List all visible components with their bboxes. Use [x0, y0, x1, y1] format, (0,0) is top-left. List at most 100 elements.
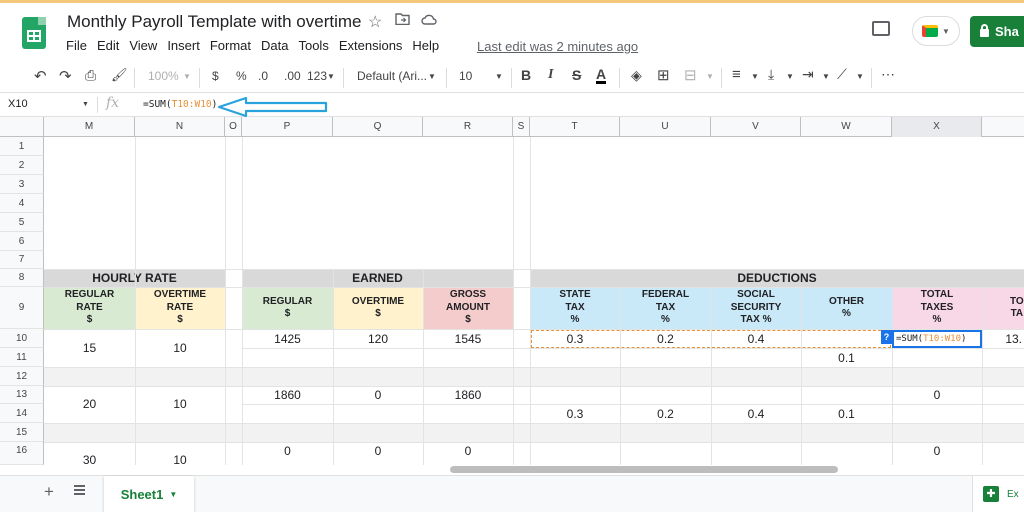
cell-m13[interactable]: 20 [44, 397, 135, 411]
paint-format-icon[interactable]: 🖌 [111, 67, 128, 83]
formula-help-icon[interactable]: ? [881, 330, 892, 344]
text-rotation-icon[interactable]: ⟋ [837, 66, 847, 83]
cell-v14[interactable]: 0.4 [711, 407, 801, 421]
row-header-13[interactable]: 13 [0, 386, 44, 404]
cell-n13[interactable]: 10 [135, 397, 225, 411]
column-header-o[interactable]: O [225, 117, 242, 137]
column-header-s[interactable]: S [513, 117, 530, 137]
move-folder-icon[interactable] [395, 12, 410, 30]
column-header-y[interactable] [982, 117, 1024, 137]
cell-q13[interactable]: 0 [333, 388, 423, 402]
cell-m10[interactable]: 15 [44, 341, 135, 355]
all-sheets-icon[interactable] [74, 485, 85, 495]
row-header-14[interactable]: 14 [0, 404, 44, 423]
share-button[interactable]: Sha [970, 16, 1024, 47]
row-header-15[interactable]: 15 [0, 423, 44, 442]
cell-x16[interactable]: 0 [892, 444, 982, 458]
cell-q10[interactable]: 120 [333, 332, 423, 346]
menu-help[interactable]: Help [412, 38, 439, 53]
menu-insert[interactable]: Insert [167, 38, 200, 53]
comment-history-icon[interactable] [872, 21, 890, 36]
add-sheet-button[interactable]: + [44, 482, 54, 502]
sheets-logo-icon[interactable] [22, 17, 46, 49]
cell-y10[interactable]: 13. [982, 332, 1024, 346]
cell-q16[interactable]: 0 [333, 444, 423, 458]
column-header-u[interactable]: U [620, 117, 711, 137]
row-header-3[interactable]: 3 [0, 175, 44, 194]
column-header-p[interactable]: P [242, 117, 333, 137]
more-formats-button[interactable]: 123 [307, 69, 327, 83]
row-header-16[interactable]: 16 [0, 442, 44, 465]
cell-r10[interactable]: 1545 [423, 332, 513, 346]
cell-t14[interactable]: 0.3 [530, 407, 620, 421]
decrease-decimals-button[interactable]: .0 [258, 69, 268, 83]
text-color-button[interactable]: A [596, 67, 607, 84]
strikethrough-button[interactable]: S [572, 67, 581, 83]
column-header-v[interactable]: V [711, 117, 801, 137]
cell-p16[interactable]: 0 [242, 444, 333, 458]
print-icon[interactable]: ⎙ [85, 67, 96, 84]
cell-n10[interactable]: 10 [135, 341, 225, 355]
select-all-corner[interactable] [0, 117, 44, 137]
explore-button[interactable]: ✚ Ex [972, 476, 1024, 512]
cell-m16[interactable]: 30 [44, 453, 135, 467]
row-header-9[interactable]: 9 [0, 287, 44, 329]
column-header-t[interactable]: T [530, 117, 620, 137]
row-header-8[interactable]: 8 [0, 269, 44, 287]
row-header-10[interactable]: 10 [0, 329, 44, 348]
formula-input[interactable]: =SUM(T10:W10) [143, 99, 217, 110]
cell-r13[interactable]: 1860 [423, 388, 513, 402]
cell-x10-editor[interactable]: =SUM(T10:W10) [892, 330, 982, 348]
fill-color-icon[interactable]: ◈ [631, 67, 642, 84]
vertical-align-icon[interactable]: ⤓ [768, 66, 774, 83]
column-header-n[interactable]: N [135, 117, 225, 137]
font-size-select[interactable]: 10 [459, 69, 472, 83]
merge-cells-icon[interactable]: ⊟ [684, 66, 697, 84]
cell-p13[interactable]: 1860 [242, 388, 333, 402]
cell-r16[interactable]: 0 [423, 444, 513, 458]
more-options-button[interactable]: ⋯ [881, 66, 895, 83]
star-icon[interactable]: ☆ [368, 12, 382, 32]
row-header-1[interactable]: 1 [0, 137, 44, 156]
percent-format-button[interactable]: % [236, 69, 247, 83]
cell-w14[interactable]: 0.1 [801, 407, 892, 421]
menu-file[interactable]: File [66, 38, 87, 53]
row-header-11[interactable]: 11 [0, 348, 44, 367]
name-box-chevron-icon[interactable]: ▼ [82, 101, 89, 108]
menu-edit[interactable]: Edit [97, 38, 119, 53]
horizontal-scrollbar[interactable] [450, 466, 838, 473]
menu-view[interactable]: View [129, 38, 157, 53]
cell-x13[interactable]: 0 [892, 388, 982, 402]
row-header-4[interactable]: 4 [0, 194, 44, 213]
borders-icon[interactable]: ⊞ [657, 66, 670, 84]
horizontal-align-icon[interactable]: ≡ [732, 66, 741, 83]
redo-icon[interactable]: ↷ [59, 67, 72, 85]
undo-icon[interactable]: ↶ [34, 67, 47, 85]
cell-w11[interactable]: 0.1 [801, 351, 892, 365]
sheet-tab-sheet1[interactable]: Sheet1 ▼ [104, 476, 194, 512]
column-header-m[interactable]: M [44, 117, 135, 137]
row-header-12[interactable]: 12 [0, 367, 44, 386]
row-header-5[interactable]: 5 [0, 213, 44, 232]
row-header-6[interactable]: 6 [0, 232, 44, 251]
column-header-q[interactable]: Q [333, 117, 423, 137]
bold-button[interactable]: B [521, 67, 531, 83]
increase-decimals-button[interactable]: .00 [284, 69, 301, 83]
cell-u14[interactable]: 0.2 [620, 407, 711, 421]
menu-data[interactable]: Data [261, 38, 288, 53]
cell-p10[interactable]: 1425 [242, 332, 333, 346]
cell-n16[interactable]: 10 [135, 453, 225, 467]
sheet-tab-chevron-icon[interactable]: ▼ [169, 490, 177, 499]
meet-button[interactable]: ▼ [912, 16, 960, 46]
column-header-w[interactable]: W [801, 117, 892, 137]
currency-format-button[interactable]: $ [212, 69, 219, 83]
row-header-7[interactable]: 7 [0, 251, 44, 269]
text-wrapping-icon[interactable]: ⇥ [802, 66, 814, 83]
column-header-x[interactable]: X [892, 117, 982, 137]
cloud-status-icon[interactable] [421, 12, 437, 30]
zoom-select[interactable]: 100% [148, 69, 179, 83]
column-header-r[interactable]: R [423, 117, 513, 137]
document-title[interactable]: Monthly Payroll Template with overtime [67, 12, 361, 32]
menu-tools[interactable]: Tools [298, 38, 328, 53]
menu-format[interactable]: Format [210, 38, 251, 53]
